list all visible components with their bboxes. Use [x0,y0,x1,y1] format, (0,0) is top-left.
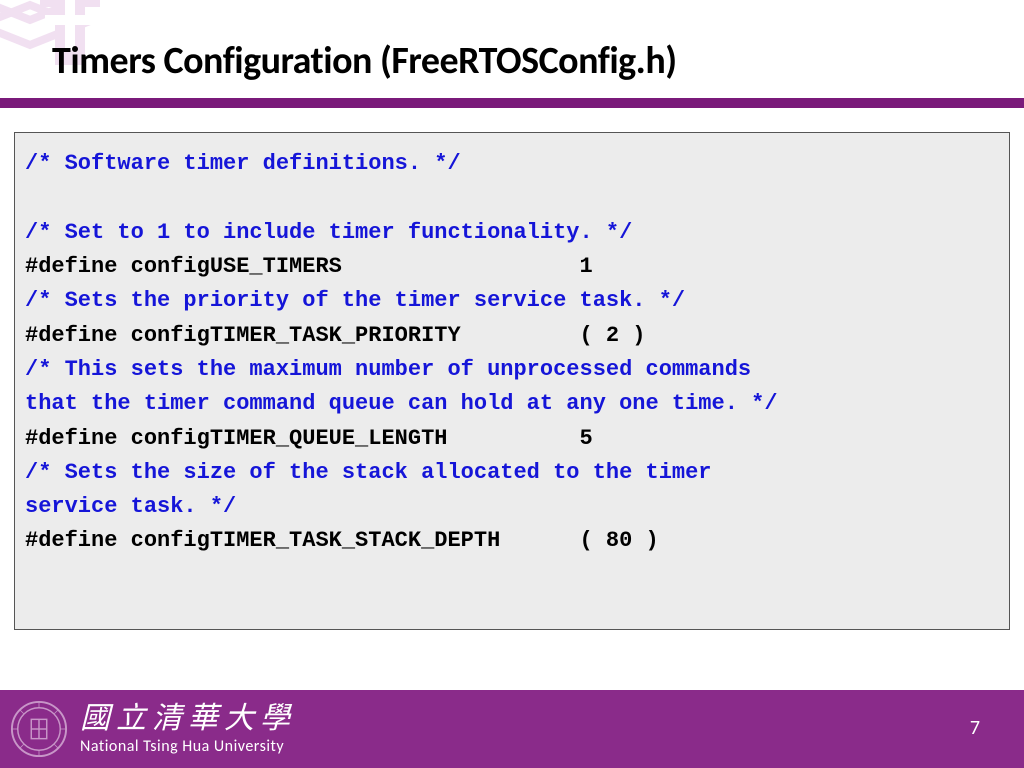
divider-bar [0,98,1024,108]
code-comment: that the timer command queue can hold at… [25,391,778,416]
code-define: #define configTIMER_TASK_STACK_DEPTH ( 8… [25,528,659,553]
code-comment: /* Sets the priority of the timer servic… [25,288,685,313]
university-name-block: 國立清華大學 National Tsing Hua University [80,702,296,756]
code-comment: service task. */ [25,494,236,519]
slide-header: Timers Configuration (FreeRTOSConfig.h) [0,0,1024,98]
code-define: #define configTIMER_TASK_PRIORITY ( 2 ) [25,323,646,348]
slide-title: Timers Configuration (FreeRTOSConfig.h) [52,38,1024,84]
university-seal-icon [10,700,68,758]
code-block: /* Software timer definitions. */ /* Set… [14,132,1010,630]
university-name-chinese: 國立清華大學 [80,702,296,735]
code-comment: /* Sets the size of the stack allocated … [25,460,712,485]
code-define: #define configTIMER_QUEUE_LENGTH 5 [25,426,593,451]
page-number: 7 [970,716,980,740]
university-name-english: National Tsing Hua University [80,737,296,756]
code-comment: /* This sets the maximum number of unpro… [25,357,751,382]
slide-footer: 國立清華大學 National Tsing Hua University 7 [0,690,1024,768]
code-comment: /* Set to 1 to include timer functionali… [25,220,632,245]
code-define: #define configUSE_TIMERS 1 [25,254,593,279]
code-comment: /* Software timer definitions. */ [25,151,461,176]
